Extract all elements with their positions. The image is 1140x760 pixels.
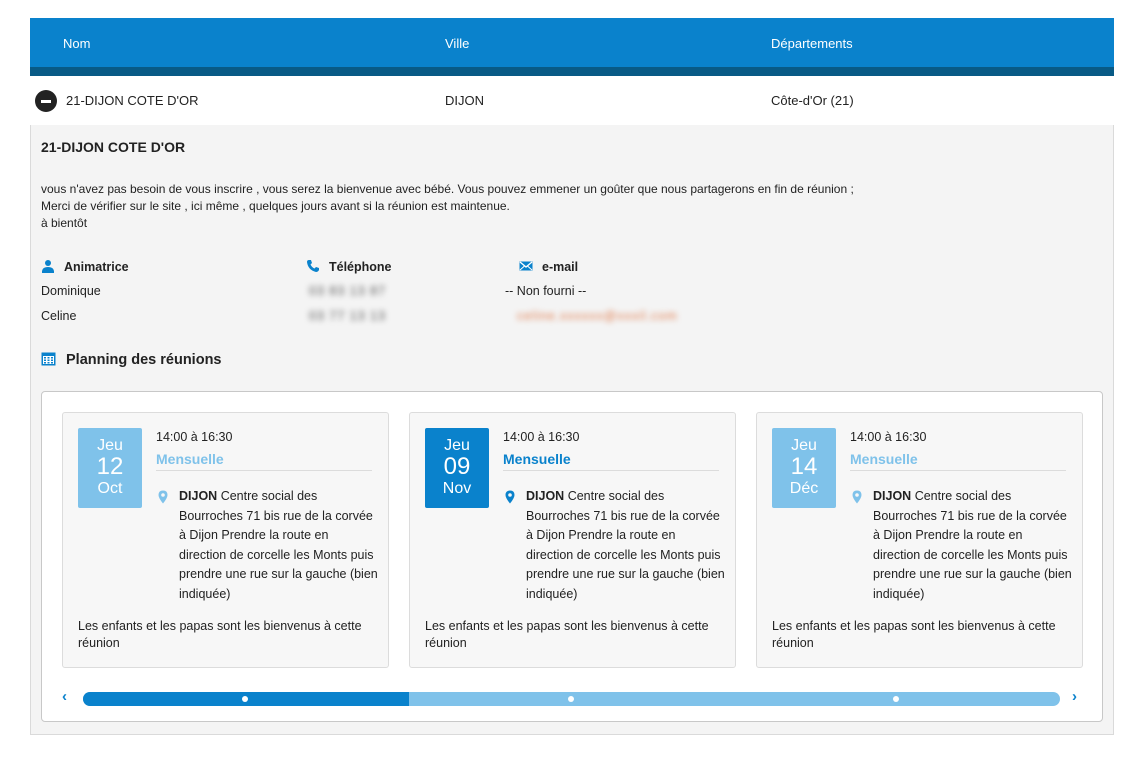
table-header: Nom Ville Départements — [30, 18, 1114, 67]
meeting-location: DIJON Centre social des Bourroches 71 bi… — [526, 487, 726, 605]
meeting-note: Les enfants et les papas sont les bienve… — [772, 619, 1056, 650]
page-dot — [567, 696, 574, 702]
row-nom: 21-DIJON COTE D'OR — [66, 93, 199, 108]
contact-email: -- Non fourni -- — [505, 284, 587, 298]
minus-circle-icon[interactable] — [35, 90, 57, 112]
meeting-city: DIJON — [873, 489, 912, 503]
column-header-nom[interactable]: Nom — [63, 36, 90, 51]
description-line: vous n'avez pas besoin de vous inscrire … — [41, 182, 854, 196]
meeting-address: Centre social des Bourroches 71 bis rue … — [526, 489, 725, 601]
meeting-time: 14:00 à 16:30 — [156, 430, 233, 444]
email-header: e-mail — [519, 259, 578, 274]
detail-description: vous n'avez pas besoin de vous inscrire … — [41, 181, 1101, 232]
meeting-address: Centre social des Bourroches 71 bis rue … — [873, 489, 1072, 601]
meeting-location: DIJON Centre social des Bourroches 71 bi… — [873, 487, 1073, 605]
meeting-month: Déc — [789, 480, 819, 497]
meeting-date: 12 — [96, 453, 124, 480]
map-pin-icon — [158, 490, 168, 504]
meeting-note: Les enfants et les papas sont les bienve… — [78, 619, 362, 650]
meeting-note: Les enfants et les papas sont les bienve… — [425, 619, 709, 650]
person-icon — [42, 260, 54, 273]
meeting-date: 09 — [443, 453, 471, 480]
row-ville: DIJON — [445, 93, 484, 108]
telephone-label: Téléphone — [329, 260, 392, 274]
meeting-frequency: Mensuelle — [850, 451, 1066, 471]
phone-icon — [307, 260, 319, 272]
header-underline — [30, 67, 1114, 76]
animatrice-label: Animatrice — [64, 260, 129, 274]
meeting-frequency: Mensuelle — [156, 451, 372, 471]
meeting-date-badge: Jeu 14 Déc — [772, 428, 836, 508]
meeting-time: 14:00 à 16:30 — [503, 430, 580, 444]
map-pin-icon — [852, 490, 862, 504]
row-departement: Côte-d'Or (21) — [771, 93, 854, 108]
meeting-month: Nov — [442, 480, 472, 497]
carousel-pagination — [83, 692, 1060, 706]
page-dot — [893, 696, 900, 702]
contact-phone: 03 83 13 87 — [309, 284, 387, 298]
meeting-frequency: Mensuelle — [503, 451, 719, 471]
meeting-date: 14 — [790, 453, 818, 480]
column-header-departements[interactable]: Départements — [771, 36, 853, 51]
email-label: e-mail — [542, 260, 579, 274]
calendar-icon — [41, 352, 56, 366]
meeting-card[interactable]: Jeu 12 Oct 14:00 à 16:30 Mensuelle DIJON… — [62, 412, 389, 668]
animatrice-header: Animatrice — [41, 259, 129, 274]
meeting-date-badge: Jeu 12 Oct — [78, 428, 142, 508]
meetings-carousel: Jeu 12 Oct 14:00 à 16:30 Mensuelle DIJON… — [41, 391, 1103, 722]
table-row[interactable]: 21-DIJON COTE D'OR DIJON Côte-d'Or (21) — [30, 76, 1114, 125]
meeting-date-badge: Jeu 09 Nov — [425, 428, 489, 508]
page-dot — [242, 696, 248, 702]
meeting-city: DIJON — [179, 489, 218, 503]
contact-name: Dominique — [41, 284, 101, 298]
carousel-next-button[interactable]: › — [1072, 688, 1084, 705]
telephone-header: Téléphone — [306, 259, 392, 274]
description-line: Merci de vérifier sur le site , ici même… — [41, 199, 510, 213]
carousel-page-indicator[interactable] — [734, 692, 1060, 706]
meeting-time: 14:00 à 16:30 — [850, 430, 927, 444]
planning-title: Planning des réunions — [41, 351, 222, 368]
meeting-card[interactable]: Jeu 14 Déc 14:00 à 16:30 Mensuelle DIJON… — [756, 412, 1083, 668]
contact-phone: 03 77 13 13 — [309, 309, 387, 323]
detail-title: 21-DIJON COTE D'OR — [41, 139, 186, 155]
contact-email[interactable]: celine.xxxxxx@xxxil.com — [517, 309, 678, 323]
planning-label: Planning des réunions — [66, 352, 222, 368]
carousel-page-indicator[interactable] — [83, 692, 409, 706]
groups-table: Nom Ville Départements 21-DIJON COTE D'O… — [30, 18, 1114, 735]
description-line: à bientôt — [41, 216, 88, 230]
meeting-month: Oct — [97, 480, 123, 497]
meeting-card[interactable]: Jeu 09 Nov 14:00 à 16:30 Mensuelle DIJON… — [409, 412, 736, 668]
carousel-prev-button[interactable]: ‹ — [62, 688, 74, 705]
column-header-ville[interactable]: Ville — [445, 36, 469, 51]
meeting-location: DIJON Centre social des Bourroches 71 bi… — [179, 487, 379, 605]
carousel-page-indicator[interactable] — [409, 692, 735, 706]
meeting-address: Centre social des Bourroches 71 bis rue … — [179, 489, 378, 601]
map-pin-icon — [505, 490, 515, 504]
meeting-city: DIJON — [526, 489, 565, 503]
row-detail-panel: 21-DIJON COTE D'OR vous n'avez pas besoi… — [30, 125, 1114, 735]
envelope-icon — [519, 261, 533, 271]
contact-name: Celine — [41, 309, 77, 323]
